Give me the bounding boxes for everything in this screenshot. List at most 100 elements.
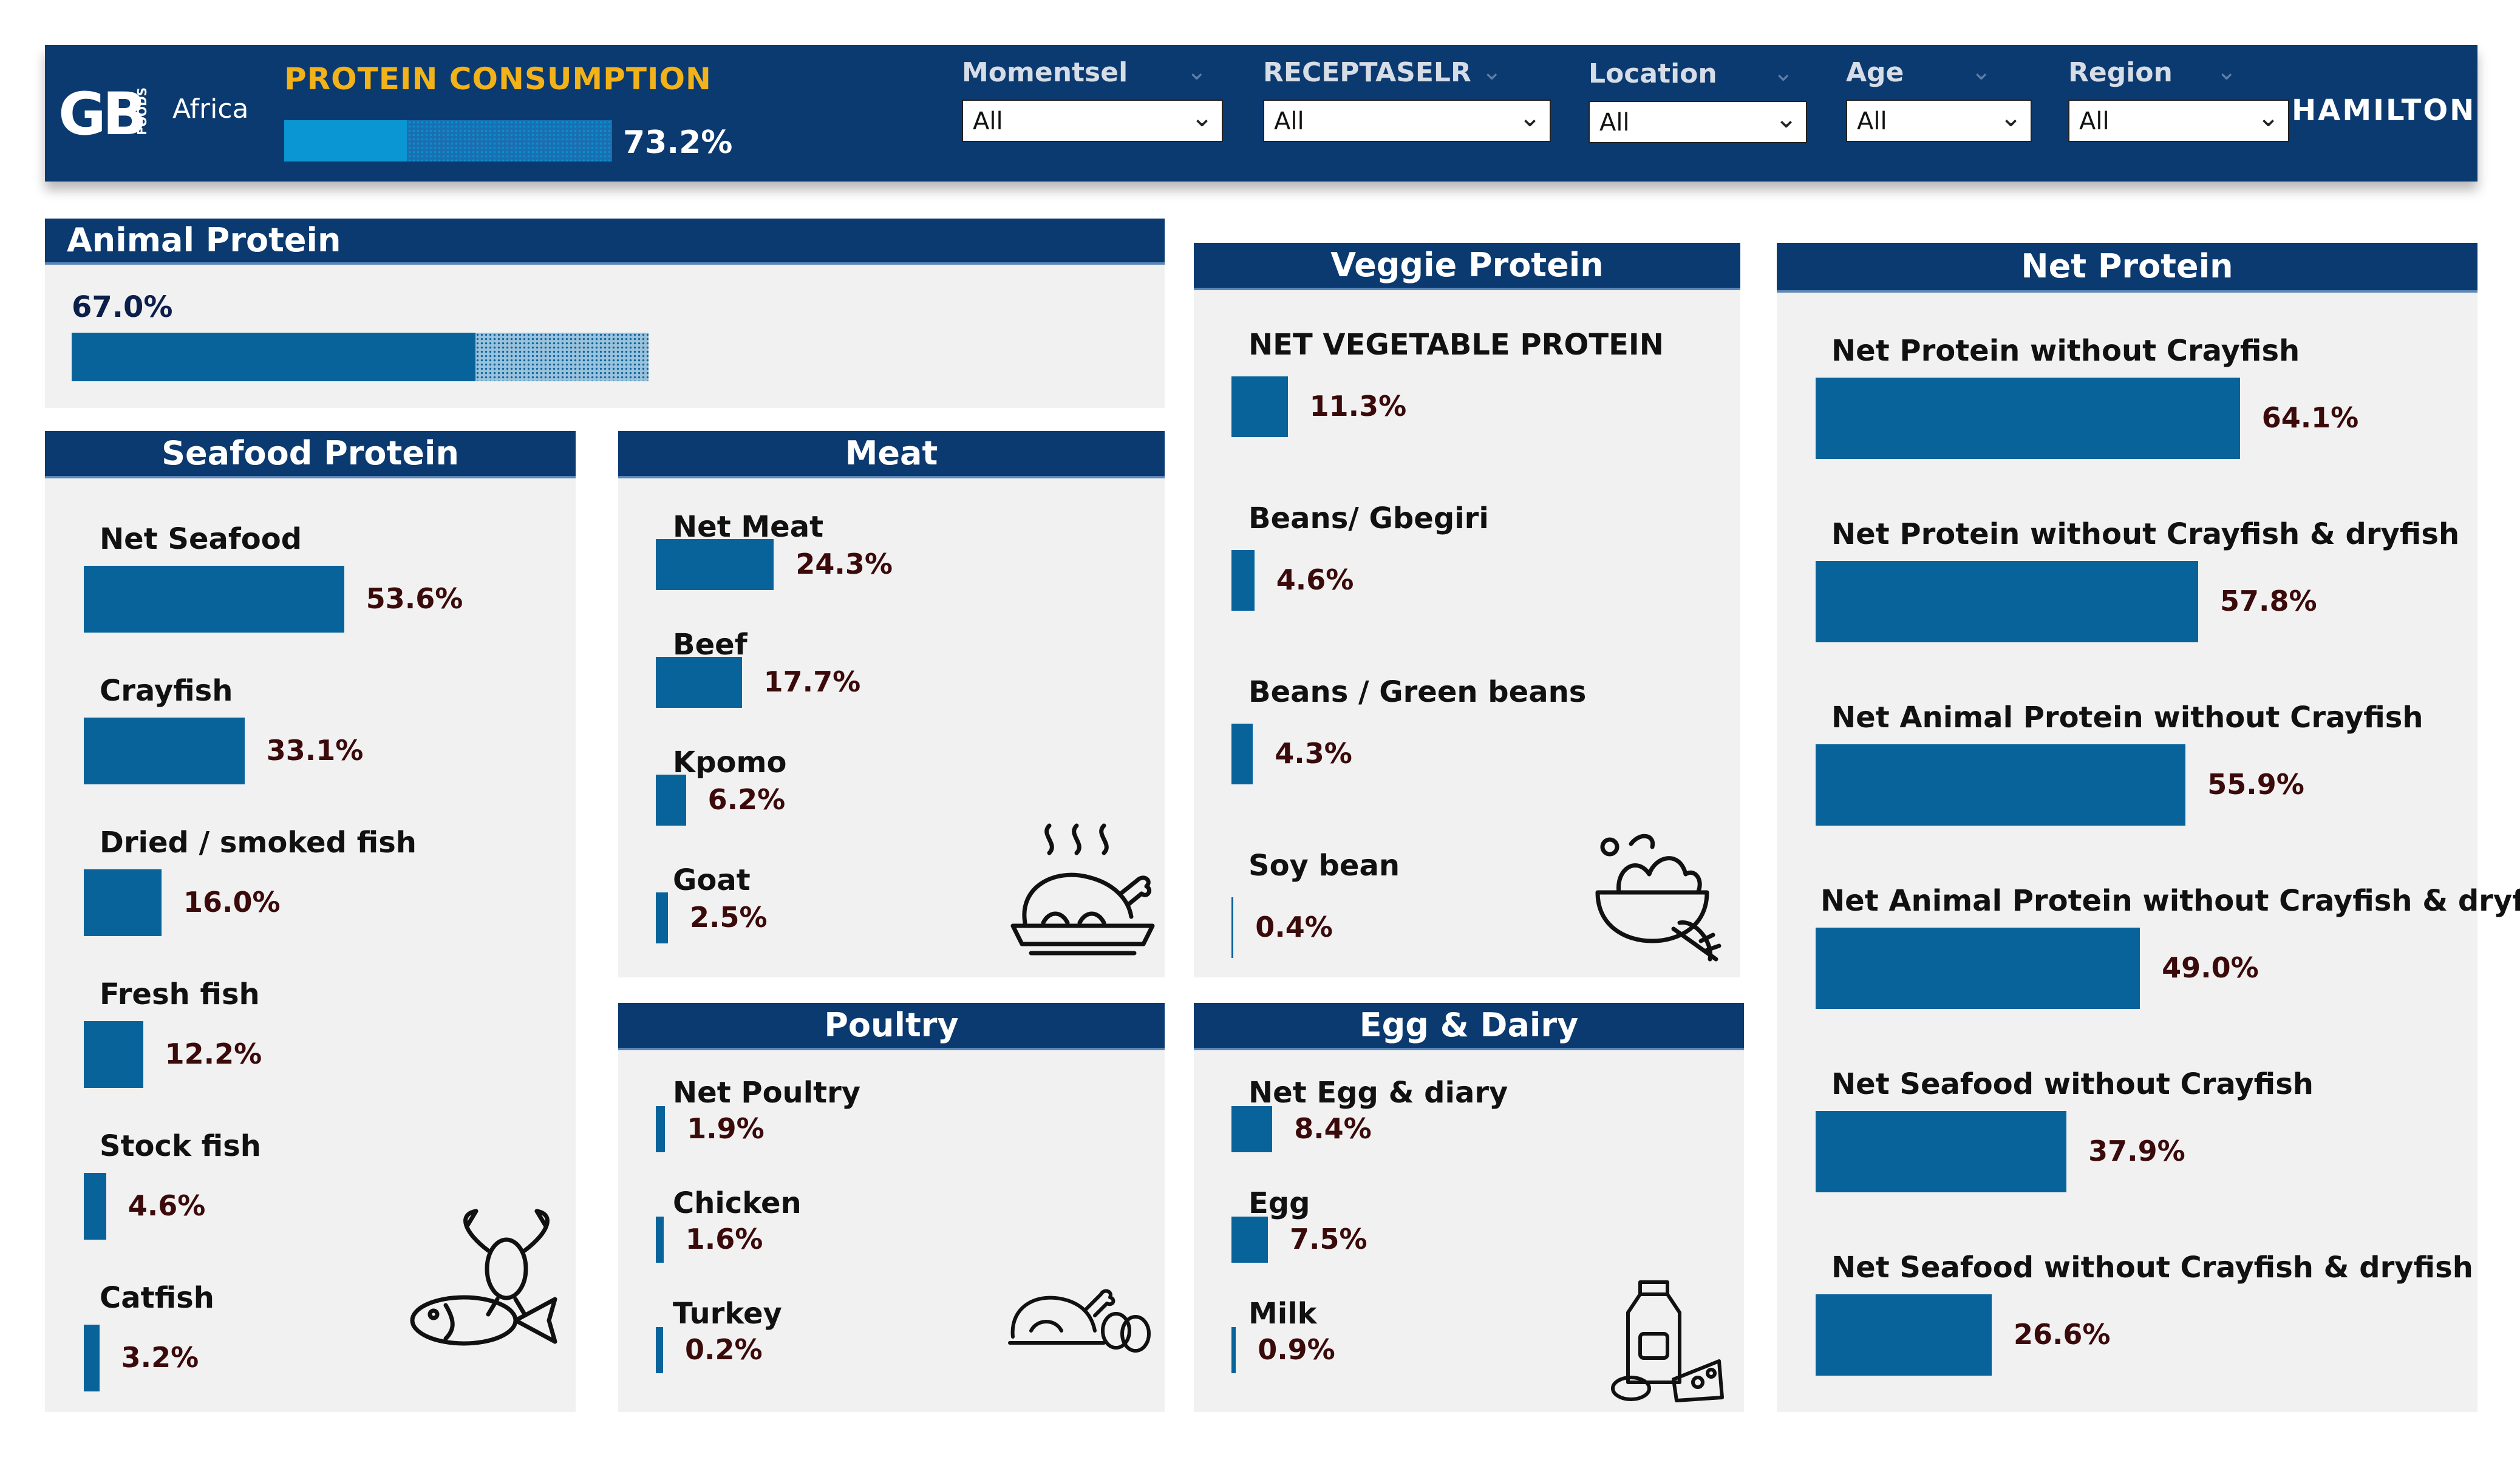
bar [656,657,742,708]
bar-value: 26.6% [2013,1318,2111,1351]
chevron-down-icon[interactable]: ⌄ [1971,59,1992,84]
bar-label: Kpomo [673,745,787,779]
bar-value: 16.0% [183,886,281,919]
consumption-progress-track [284,120,612,161]
bar-value: 2.5% [690,901,768,934]
filter-label: Age [1846,57,1904,88]
bar [1231,376,1288,437]
bar-value: 3.2% [121,1341,199,1374]
animal-protein-panel: Animal Protein 67.0% [45,219,1165,408]
bar [656,1106,666,1152]
panel-title: Egg & Dairy [1194,1003,1744,1050]
milk-cheese-icon [1611,1280,1724,1402]
filter-region: Region ⌄ All ⌄ [2022,57,2289,166]
panel-title: Seafood Protein [45,431,576,478]
bar [656,775,686,826]
bar-value: 0.9% [1258,1333,1335,1366]
chevron-down-icon: ⌄ [1519,102,1541,133]
bar-label: Net Seafood [100,522,302,556]
filter-label: Location [1589,58,1717,89]
bar [84,869,162,936]
meat-panel: Meat Net Meat 24.3% Beef 17.7% Kpomo 6.2% Goat… [618,431,1165,977]
bar-value: 4.6% [1276,563,1354,596]
panel-title: Meat [618,431,1165,478]
bar [84,1021,143,1088]
seafood-protein-panel: Seafood Protein Net Seafood 53.6% Crayfish… [45,431,576,1412]
bar [1231,1106,1273,1152]
chevron-down-icon: ⌄ [2257,102,2280,133]
filter-momentsel: Momentsel ⌄ All ⌄ [919,57,1223,166]
bar [1816,378,2240,459]
egg-dairy-panel: Egg & Dairy Net Egg & diary 8.4% Egg 7.5% Mi… [1194,1003,1744,1412]
bar-value: 6.2% [707,783,786,816]
bar-label: Fresh fish [100,977,260,1011]
filter-value: All [1274,107,1304,135]
panel-title: Veggie Protein [1194,243,1740,290]
logo-region: Africa [172,93,249,124]
bar-value: 57.8% [2220,585,2317,617]
bar-label: Soy bean [1248,849,1400,883]
filter-label: RECEPTASELR [1263,57,1471,88]
bar-label: Egg [1248,1186,1310,1220]
chicken-eggs-icon [1008,1289,1151,1353]
bar-label: Net Seafood without Crayfish & dryfish [1831,1251,2473,1285]
bar-label: Beans/ Gbegiri [1248,501,1489,535]
bar [656,1327,663,1373]
bar-value: 49.0% [2162,951,2259,984]
lobster-fish-icon [410,1209,557,1346]
panel-title: Animal Protein [45,219,1165,265]
roast-chicken-icon [1010,823,1155,956]
chevron-down-icon[interactable]: ⌄ [1773,61,1794,85]
page-title: PROTEIN CONSUMPTION [284,61,712,97]
bar-label: Net Egg & diary [1248,1076,1508,1110]
filter-age: Age ⌄ All ⌄ [1800,57,2032,166]
bar-label: Net Protein without Crayfish [1831,334,2300,368]
filter-location: Location ⌄ All ⌄ [1542,57,1810,166]
filter-receptaselr: RECEPTASELR ⌄ All ⌄ [1217,57,1551,166]
poultry-panel: Poultry Net Poultry 1.9% Chicken 1.6% Turkey… [618,1003,1165,1412]
location-name: HAMILTON [2292,93,2476,127]
bar [1816,561,2199,642]
bar-value: 1.6% [685,1223,763,1255]
bar [1816,1111,2067,1192]
animal-protein-track [72,333,649,381]
chevron-down-icon: ⌄ [1191,102,1213,133]
net-protein-panel: Net Protein Net Protein without Crayfish… [1777,243,2520,1412]
filter-select-receptaselr[interactable]: All ⌄ [1263,100,1551,142]
consumption-progress-value: 73.2% [623,124,733,161]
filter-value: All [973,107,1003,135]
bar [84,566,344,633]
bar [84,718,245,784]
chevron-down-icon[interactable]: ⌄ [1187,59,1207,84]
bar [84,1173,106,1240]
bar-label: Chicken [673,1186,802,1220]
filter-select-region[interactable]: All ⌄ [2068,100,2289,142]
bar-label: Net Poultry [673,1076,861,1110]
chevron-down-icon: ⌄ [1775,103,1797,134]
bar-label: Net Animal Protein without Crayfish & dr… [1820,884,2520,918]
filter-value: All [1599,109,1630,137]
bar-label: NET VEGETABLE PROTEIN [1248,328,1664,362]
bar-label: Catfish [100,1281,214,1315]
bar-value: 0.2% [685,1333,763,1366]
bar-label: Beans / Green beans [1248,675,1587,709]
logo-gb: GB [58,80,147,148]
chevron-down-icon[interactable]: ⌄ [2216,59,2237,84]
filter-select-location[interactable]: All ⌄ [1589,101,1807,143]
bar-value: 12.2% [165,1038,262,1070]
bar-label: Goat [673,863,751,897]
chevron-down-icon[interactable]: ⌄ [1482,59,1502,84]
filter-select-momentsel[interactable]: All ⌄ [962,100,1223,142]
filter-label: Region [2068,57,2173,88]
bar-label: Dried / smoked fish [100,826,417,860]
bar [1816,928,2140,1009]
bar-value: 37.9% [2088,1135,2185,1167]
bar [1231,1217,1268,1263]
consumption-progress-fill [284,120,407,161]
bar [656,1217,664,1263]
chevron-down-icon: ⌄ [2000,102,2022,133]
bar-value: 24.3% [795,548,893,580]
bar [1231,1327,1236,1373]
panel-title: Net Protein [1777,243,2477,293]
filter-select-age[interactable]: All ⌄ [1846,100,2032,142]
